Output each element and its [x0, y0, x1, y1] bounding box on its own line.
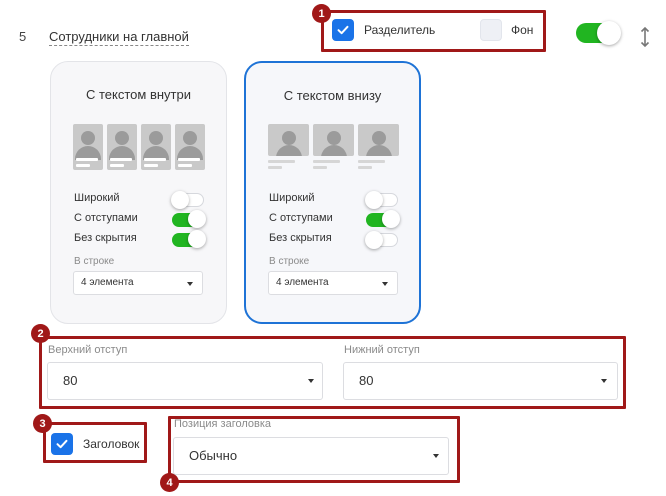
per-row-value: 4 элемента — [81, 277, 134, 288]
layout-card-text-below[interactable]: С текстом внизу Широкий С отступами Без … — [244, 61, 421, 324]
avatar-placeholder — [313, 124, 354, 156]
dropdown-caret-icon — [382, 282, 388, 286]
per-row-value: 4 элемента — [276, 277, 329, 288]
layout-card-text-inside[interactable]: С текстом внутри Широкий С отступами Без… — [50, 61, 227, 324]
option-label-no-hide: Без скрытия — [74, 232, 137, 244]
per-row-label: В строке — [269, 256, 310, 267]
avatar-placeholder — [268, 124, 309, 156]
annotation-frame-2 — [39, 336, 626, 409]
toggle-knob — [597, 21, 621, 45]
no-hide-toggle[interactable] — [172, 230, 206, 248]
annotation-frame-1 — [321, 10, 546, 52]
annotation-badge-2: 2 — [31, 324, 50, 343]
avatar-placeholder — [73, 124, 103, 170]
annotation-badge-1: 1 — [312, 4, 331, 23]
vertical-arrows-icon — [640, 26, 650, 48]
avatar-placeholder — [358, 124, 399, 156]
padding-toggle[interactable] — [366, 210, 400, 228]
card-title: С текстом внутри — [86, 87, 191, 102]
no-hide-toggle[interactable] — [365, 231, 398, 249]
per-row-label: В строке — [74, 256, 115, 267]
avatar-placeholder — [175, 124, 205, 170]
avatar-placeholder — [141, 124, 171, 170]
annotation-badge-3: 3 — [33, 414, 52, 433]
annotation-frame-4 — [168, 416, 460, 483]
option-label-no-hide: Без скрытия — [269, 232, 332, 244]
reorder-icon[interactable] — [638, 26, 652, 48]
wide-toggle[interactable] — [171, 191, 204, 209]
option-label-wide: Широкий — [74, 192, 120, 204]
per-row-select[interactable]: 4 элемента — [268, 271, 398, 295]
layout-preview — [73, 124, 207, 170]
wide-toggle[interactable] — [365, 191, 398, 209]
option-label-padding: С отступами — [74, 212, 138, 224]
section-enable-toggle[interactable] — [576, 21, 621, 45]
per-row-select[interactable]: 4 элемента — [73, 271, 203, 295]
option-label-padding: С отступами — [269, 212, 333, 224]
annotation-frame-3 — [43, 422, 147, 463]
option-label-wide: Широкий — [269, 192, 315, 204]
annotation-badge-4: 4 — [160, 473, 179, 492]
section-title-link[interactable]: Сотрудники на главной — [49, 29, 189, 46]
avatar-placeholder — [107, 124, 137, 170]
card-title: С текстом внизу — [283, 88, 382, 103]
layout-preview — [268, 124, 402, 172]
padding-toggle[interactable] — [172, 210, 206, 228]
row-number: 5 — [19, 29, 27, 44]
dropdown-caret-icon — [187, 282, 193, 286]
